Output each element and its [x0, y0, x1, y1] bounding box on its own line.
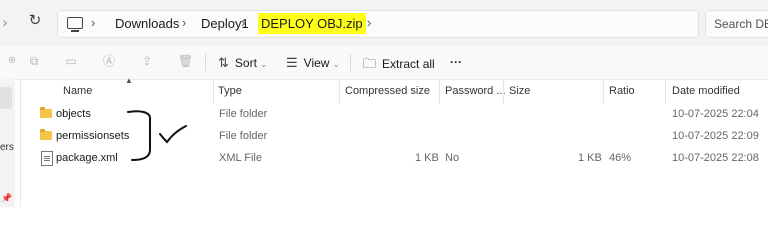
file-name[interactable]: objects	[56, 108, 91, 120]
forward-icon[interactable]: ›	[0, 14, 10, 30]
file-name[interactable]: package.xml	[56, 152, 118, 164]
file-size: 1 KB	[578, 152, 602, 164]
nav-selected-item[interactable]	[0, 87, 12, 109]
sort-button[interactable]: ⇅ Sort ⌄	[218, 55, 267, 71]
sort-ascending-icon: ▲	[125, 76, 133, 85]
this-pc-icon[interactable]	[67, 17, 83, 32]
breadcrumb[interactable]: › Downloads › Deploy1 › DEPLOY OBJ.zip ›	[57, 10, 699, 38]
file-date: 10-07-2025 22:04	[672, 108, 759, 120]
chevron-right-icon[interactable]: ›	[182, 15, 186, 30]
extract-icon: 🗀	[363, 56, 377, 71]
view-button[interactable]: ☰ View ⌄	[286, 55, 340, 71]
sort-label: Sort	[234, 56, 257, 70]
breadcrumb-current[interactable]: DEPLOY OBJ.zip	[258, 13, 366, 34]
file-type: File folder	[219, 108, 268, 120]
column-header-name[interactable]: Name	[63, 85, 92, 97]
more-options-button[interactable]: ···	[450, 55, 462, 69]
column-divider[interactable]	[339, 79, 340, 104]
navigation-pane[interactable]: ers 📌	[0, 79, 15, 207]
folder-icon	[40, 129, 52, 140]
sort-icon: ⇅	[218, 55, 229, 70]
file-row-package-xml[interactable]: package.xml XML File 1 KB No 1 KB 46% 10…	[22, 148, 768, 170]
chevron-right-icon[interactable]: ›	[241, 15, 245, 30]
share-icon[interactable]: ⇪	[140, 54, 154, 68]
column-divider[interactable]	[665, 79, 666, 104]
column-divider[interactable]	[603, 79, 604, 104]
file-date: 10-07-2025 22:09	[672, 130, 759, 142]
search-placeholder: Search DEP	[714, 17, 768, 31]
xml-file-icon	[41, 151, 53, 166]
column-header-password[interactable]: Password ...	[445, 85, 506, 97]
view-label: View	[303, 56, 330, 70]
file-ratio: 46%	[609, 152, 632, 164]
pin-icon: 📌	[1, 193, 13, 203]
column-header-type[interactable]: Type	[218, 85, 242, 97]
extract-label: Extract all	[382, 57, 435, 71]
folder-icon	[40, 107, 52, 118]
column-header-ratio[interactable]: Ratio	[609, 85, 635, 97]
paste-icon[interactable]: ▭	[64, 54, 78, 68]
nav-item-fragment[interactable]: ers	[0, 142, 14, 153]
file-type: XML File	[219, 152, 262, 164]
column-header-size[interactable]: Size	[509, 85, 530, 97]
new-icon[interactable]: ⊕	[5, 54, 19, 68]
column-divider[interactable]	[503, 79, 504, 104]
column-header-date-modified[interactable]: Date modified	[672, 85, 740, 97]
file-password: No	[445, 152, 460, 164]
toolbar-divider	[350, 54, 351, 71]
extract-all-button[interactable]: 🗀 Extract all	[363, 55, 435, 77]
delete-icon[interactable]: 🗑	[178, 54, 193, 68]
file-date: 10-07-2025 22:08	[672, 152, 759, 164]
command-bar: ⊕ ⧉ ▭ Ⓐ ⇪ 🗑 ⇅ Sort ⌄ ☰ View ⌄ 🗀 Extract all ·…	[0, 46, 768, 80]
column-divider[interactable]	[439, 79, 440, 104]
chevron-right-icon[interactable]: ›	[91, 15, 95, 30]
file-compressed-size: 1 KB	[415, 152, 439, 164]
chevron-down-icon: ⌄	[259, 59, 268, 69]
view-icon: ☰	[286, 55, 298, 70]
file-type: File folder	[219, 130, 268, 142]
pane-divider[interactable]	[20, 79, 21, 207]
rename-icon[interactable]: Ⓐ	[102, 54, 116, 68]
file-name[interactable]: permissionsets	[56, 130, 129, 142]
column-divider[interactable]	[213, 79, 214, 104]
refresh-icon[interactable]: ↻	[26, 12, 44, 30]
search-input[interactable]: Search DEP	[705, 10, 768, 38]
toolbar-divider	[205, 54, 206, 71]
breadcrumb-item-downloads[interactable]: Downloads	[115, 16, 179, 31]
address-bar-row: › ↻ › Downloads › Deploy1 › DEPLOY OBJ.z…	[0, 0, 768, 46]
file-row-objects[interactable]: objects File folder 10-07-2025 22:04	[22, 104, 768, 126]
copy-icon[interactable]: ⧉	[27, 54, 41, 68]
chevron-down-icon: ⌄	[332, 59, 340, 69]
file-row-permissionsets[interactable]: permissionsets File folder 10-07-2025 22…	[22, 126, 768, 148]
chevron-right-icon[interactable]: ›	[367, 15, 371, 30]
column-header-compressed-size[interactable]: Compressed size	[345, 85, 430, 97]
